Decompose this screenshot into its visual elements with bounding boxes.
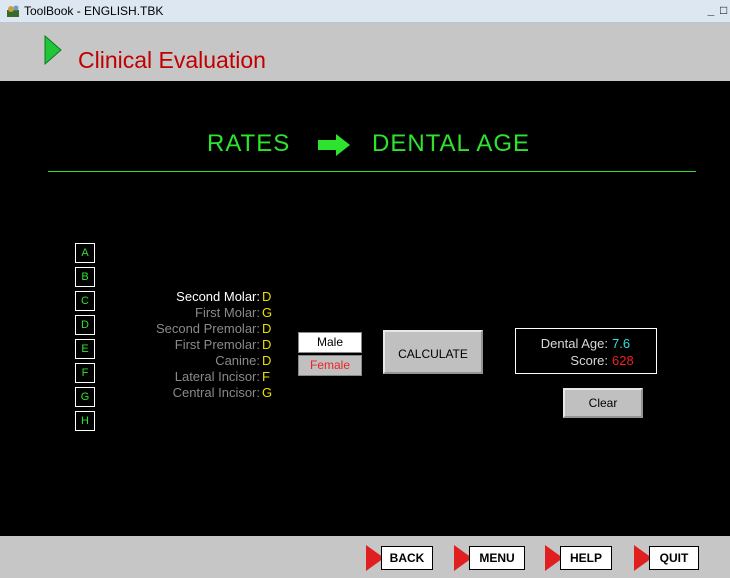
play-arrow-icon: [44, 35, 62, 65]
back-label: BACK: [381, 546, 433, 570]
result-panel: Dental Age: 7.6 Score: 628: [515, 328, 657, 374]
help-button[interactable]: HELP: [544, 544, 616, 572]
stage-button-d[interactable]: D: [75, 315, 95, 335]
footer-nav-bar: BACK MENU HELP QUIT: [0, 536, 730, 578]
tooth-grade: D: [262, 321, 272, 336]
female-button[interactable]: Female: [298, 355, 362, 376]
tooth-grade: D: [262, 353, 272, 368]
score-label: Score:: [570, 353, 608, 368]
tooth-grade: D: [262, 337, 272, 352]
tooth-name[interactable]: First Molar:: [100, 305, 260, 321]
tooth-grade: G: [262, 305, 273, 320]
stage-button-h[interactable]: H: [75, 411, 95, 431]
stage-button-a[interactable]: A: [75, 243, 95, 263]
dental-age-label: Dental Age:: [540, 336, 608, 351]
help-label: HELP: [560, 546, 612, 570]
minimize-button[interactable]: _: [704, 3, 718, 18]
restore-button[interactable]: □: [720, 3, 730, 18]
window-titlebar: ToolBook - ENGLISH.TBK _ □: [0, 0, 730, 23]
stage-button-e[interactable]: E: [75, 339, 95, 359]
menu-label: MENU: [469, 546, 525, 570]
conversion-banner: RATES DENTAL AGE: [0, 130, 730, 160]
tooth-grade: D: [262, 289, 272, 304]
stage-button-f[interactable]: F: [75, 363, 95, 383]
quit-label: QUIT: [649, 546, 699, 570]
tooth-name[interactable]: Central Incisor:: [100, 385, 260, 401]
menu-button[interactable]: MENU: [453, 544, 529, 572]
tooth-name[interactable]: First Premolar:: [100, 337, 260, 353]
tooth-grade: F: [262, 369, 270, 384]
banner-rates-label: RATES: [207, 130, 291, 157]
stage-button-c[interactable]: C: [75, 291, 95, 311]
tooth-name[interactable]: Second Molar:: [100, 289, 260, 305]
tooth-grade: G: [262, 385, 273, 400]
calculate-button[interactable]: CALCULATE: [383, 330, 483, 374]
banner-dental-age-label: DENTAL AGE: [372, 130, 531, 157]
stage-button-b[interactable]: B: [75, 267, 95, 287]
divider-line: [48, 171, 696, 172]
page-title: Clinical Evaluation: [78, 47, 266, 73]
clear-button[interactable]: Clear: [563, 388, 643, 418]
back-button[interactable]: BACK: [365, 544, 437, 572]
tooth-name[interactable]: Canine:: [100, 353, 260, 369]
page-header: Clinical Evaluation: [0, 23, 730, 81]
dental-age-value: 7.6: [612, 336, 631, 351]
male-button[interactable]: Male: [298, 332, 362, 353]
score-value: 628: [612, 353, 634, 368]
window-title: ToolBook - ENGLISH.TBK: [24, 4, 164, 18]
right-arrow-icon: [318, 134, 350, 156]
toolbook-app-icon: [7, 5, 19, 17]
quit-button[interactable]: QUIT: [633, 544, 701, 572]
tooth-name[interactable]: Second Premolar:: [100, 321, 260, 337]
stage-button-g[interactable]: G: [75, 387, 95, 407]
tooth-name[interactable]: Lateral Incisor:: [100, 369, 260, 385]
